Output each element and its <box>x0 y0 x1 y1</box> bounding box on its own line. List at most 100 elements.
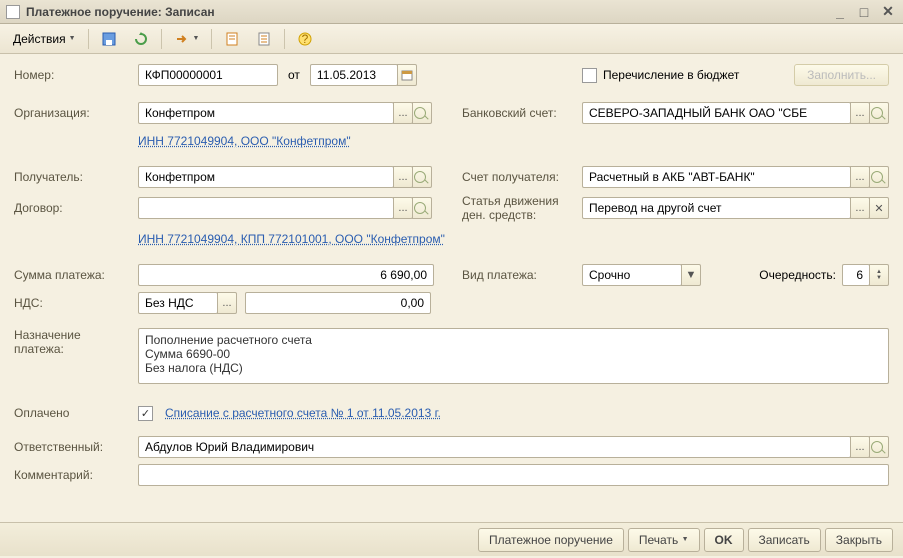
print-doc-button[interactable]: Платежное поручение <box>478 528 624 552</box>
comment-input[interactable] <box>143 467 884 483</box>
pay-type-input[interactable] <box>587 267 677 283</box>
org-link[interactable]: ИНН 7721049904, ООО "Конфетпром" <box>138 134 351 148</box>
chevron-down-icon: ▼ <box>69 35 76 42</box>
comment-field[interactable] <box>138 464 889 486</box>
number-label: Номер: <box>14 68 138 82</box>
maximize-button[interactable]: □ <box>855 4 873 20</box>
priority-label: Очередность: <box>759 268 836 282</box>
vat-type-field[interactable] <box>138 292 218 314</box>
responsible-select-button[interactable]: ... <box>850 436 870 458</box>
flow-clear-button[interactable]: ✕ <box>869 197 889 219</box>
refresh-tool-button[interactable] <box>126 27 156 51</box>
save-button[interactable]: Записать <box>748 528 821 552</box>
purpose-label: Назначениеплатежа: <box>14 328 138 356</box>
amount-input[interactable] <box>143 267 429 283</box>
org-select-button[interactable]: ... <box>393 102 413 124</box>
contract-label: Договор: <box>14 201 138 215</box>
calendar-icon <box>401 69 413 81</box>
window-title: Платежное поручение: Записан <box>26 5 831 19</box>
close-form-button[interactable]: Закрыть <box>825 528 893 552</box>
separator <box>284 29 285 49</box>
bank-acc-label: Банковский счет: <box>462 106 582 120</box>
refresh-icon <box>133 31 149 47</box>
flow-label: Статья движенияден. средств: <box>462 194 582 222</box>
budget-checkbox[interactable] <box>582 68 597 83</box>
flow-field[interactable] <box>582 197 851 219</box>
recip-acc-input[interactable] <box>587 169 846 185</box>
separator <box>211 29 212 49</box>
help-tool-button[interactable]: ? <box>290 27 320 51</box>
contract-select-button[interactable]: ... <box>393 197 413 219</box>
bank-acc-select-button[interactable]: ... <box>850 102 870 124</box>
responsible-search-button[interactable] <box>869 436 889 458</box>
form-body: Номер: от Перечисление в бюджет Заполнит… <box>0 54 903 522</box>
responsible-field[interactable] <box>138 436 851 458</box>
recip-acc-select-button[interactable]: ... <box>850 166 870 188</box>
help-icon: ? <box>297 31 313 47</box>
number-field[interactable] <box>138 64 278 86</box>
recipient-link[interactable]: ИНН 7721049904, КПП 772101001, ООО "Конф… <box>138 232 445 246</box>
recip-acc-field[interactable] <box>582 166 851 188</box>
toolbar: Действия ▼ ▼ ? <box>0 24 903 54</box>
arrow-icon <box>174 31 190 47</box>
save-tool-button[interactable] <box>94 27 124 51</box>
list-tool-button[interactable] <box>249 27 279 51</box>
flow-select-button[interactable]: ... <box>850 197 870 219</box>
minimize-button[interactable]: _ <box>831 4 849 20</box>
paid-link[interactable]: Списание с расчетного счета № 1 от 11.05… <box>165 406 441 420</box>
priority-stepper[interactable]: ▲▼ <box>869 264 889 286</box>
number-input[interactable] <box>143 67 273 83</box>
amount-field[interactable] <box>138 264 434 286</box>
separator <box>88 29 89 49</box>
org-search-button[interactable] <box>412 102 432 124</box>
date-input[interactable] <box>315 67 393 83</box>
vat-type-input[interactable] <box>143 295 213 311</box>
vat-select-button[interactable]: ... <box>217 292 237 314</box>
vat-amount-input[interactable] <box>250 295 426 311</box>
recipient-field[interactable] <box>138 166 394 188</box>
pay-type-label: Вид платежа: <box>462 268 582 282</box>
list-icon <box>256 31 272 47</box>
vat-label: НДС: <box>14 296 138 310</box>
calendar-button[interactable] <box>397 64 417 86</box>
recipient-select-button[interactable]: ... <box>393 166 413 188</box>
paid-label: Оплачено <box>14 406 138 420</box>
ok-button[interactable]: OK <box>704 528 744 552</box>
flow-input[interactable] <box>587 200 846 216</box>
purpose-textarea[interactable]: Пополнение расчетного счета Сумма 6690-0… <box>138 328 889 384</box>
date-field[interactable] <box>310 64 398 86</box>
priority-field[interactable] <box>842 264 870 286</box>
pay-type-field[interactable] <box>582 264 682 286</box>
recip-acc-search-button[interactable] <box>869 166 889 188</box>
recipient-input[interactable] <box>143 169 389 185</box>
paid-checkbox[interactable] <box>138 406 153 421</box>
from-label: от <box>288 68 300 82</box>
actions-menu[interactable]: Действия ▼ <box>6 28 83 50</box>
chevron-down-icon: ▼ <box>682 536 689 543</box>
amount-label: Сумма платежа: <box>14 268 138 282</box>
bank-acc-search-button[interactable] <box>869 102 889 124</box>
org-field[interactable] <box>138 102 394 124</box>
org-label: Организация: <box>14 106 138 120</box>
org-input[interactable] <box>143 105 389 121</box>
window-icon <box>6 5 20 19</box>
bank-acc-input[interactable] <box>587 105 846 121</box>
recipient-search-button[interactable] <box>412 166 432 188</box>
chevron-down-icon: ▼ <box>193 35 200 42</box>
bank-acc-field[interactable] <box>582 102 851 124</box>
contract-search-button[interactable] <box>412 197 432 219</box>
contract-field[interactable] <box>138 197 394 219</box>
report-tool-button[interactable] <box>217 27 247 51</box>
priority-input[interactable] <box>847 267 865 283</box>
print-doc-label: Платежное поручение <box>489 533 613 547</box>
contract-input[interactable] <box>143 200 389 216</box>
print-button[interactable]: Печать ▼ <box>628 528 700 552</box>
close-button[interactable]: ✕ <box>879 4 897 20</box>
vat-amount-field[interactable] <box>245 292 431 314</box>
goto-tool-button[interactable]: ▼ <box>167 27 207 51</box>
separator <box>161 29 162 49</box>
fill-button[interactable]: Заполнить... <box>794 64 889 86</box>
responsible-input[interactable] <box>143 439 846 455</box>
pay-type-dropdown[interactable]: ▼ <box>681 264 701 286</box>
budget-label: Перечисление в бюджет <box>603 68 739 82</box>
